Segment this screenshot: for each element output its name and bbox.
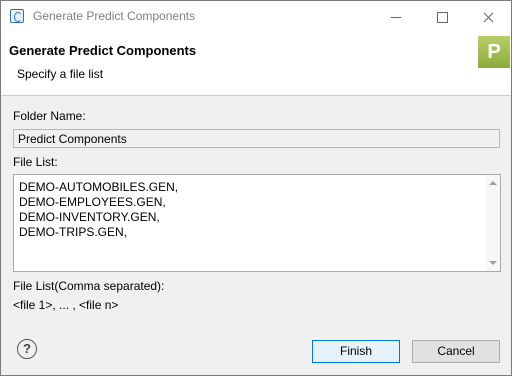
close-button[interactable] bbox=[465, 1, 511, 33]
page-subtitle: Specify a file list bbox=[17, 67, 104, 81]
scroll-down-arrow-icon[interactable] bbox=[489, 261, 497, 265]
wizard-header: Generate Predict Components Specify a fi… bbox=[1, 33, 511, 96]
file-list-content: DEMO-AUTOMOBILES.GEN, DEMO-EMPLOYEES.GEN… bbox=[19, 180, 178, 240]
help-icon[interactable]: ? bbox=[17, 339, 37, 359]
file-list-hint-format: <file 1>, ... , <file n> bbox=[13, 298, 119, 312]
file-list-textarea[interactable]: DEMO-AUTOMOBILES.GEN, DEMO-EMPLOYEES.GEN… bbox=[13, 174, 501, 272]
folder-name-label: Folder Name: bbox=[13, 109, 86, 123]
scroll-up-arrow-icon[interactable] bbox=[489, 181, 497, 185]
file-list-line: DEMO-TRIPS.GEN, bbox=[19, 225, 128, 239]
vertical-scrollbar[interactable] bbox=[486, 175, 500, 271]
title-bar[interactable]: Generate Predict Components bbox=[1, 1, 511, 33]
minimize-button[interactable] bbox=[373, 1, 419, 33]
window-title: Generate Predict Components bbox=[33, 9, 196, 23]
file-list-line: DEMO-AUTOMOBILES.GEN, bbox=[19, 180, 179, 194]
file-list-label: File List: bbox=[13, 155, 58, 169]
product-logo-icon: P bbox=[478, 36, 510, 68]
finish-button[interactable]: Finish bbox=[312, 340, 400, 363]
dialog-window: Generate Predict Components Generate Pre… bbox=[0, 0, 512, 376]
file-list-hint-label: File List(Comma separated): bbox=[13, 279, 165, 293]
app-icon bbox=[10, 9, 24, 23]
file-list-line: DEMO-EMPLOYEES.GEN, bbox=[19, 195, 166, 209]
maximize-button[interactable] bbox=[419, 1, 465, 33]
page-title: Generate Predict Components bbox=[9, 43, 197, 58]
folder-name-field[interactable]: Predict Components bbox=[13, 129, 500, 148]
file-list-line: DEMO-INVENTORY.GEN, bbox=[19, 210, 160, 224]
cancel-button[interactable]: Cancel bbox=[412, 340, 500, 363]
